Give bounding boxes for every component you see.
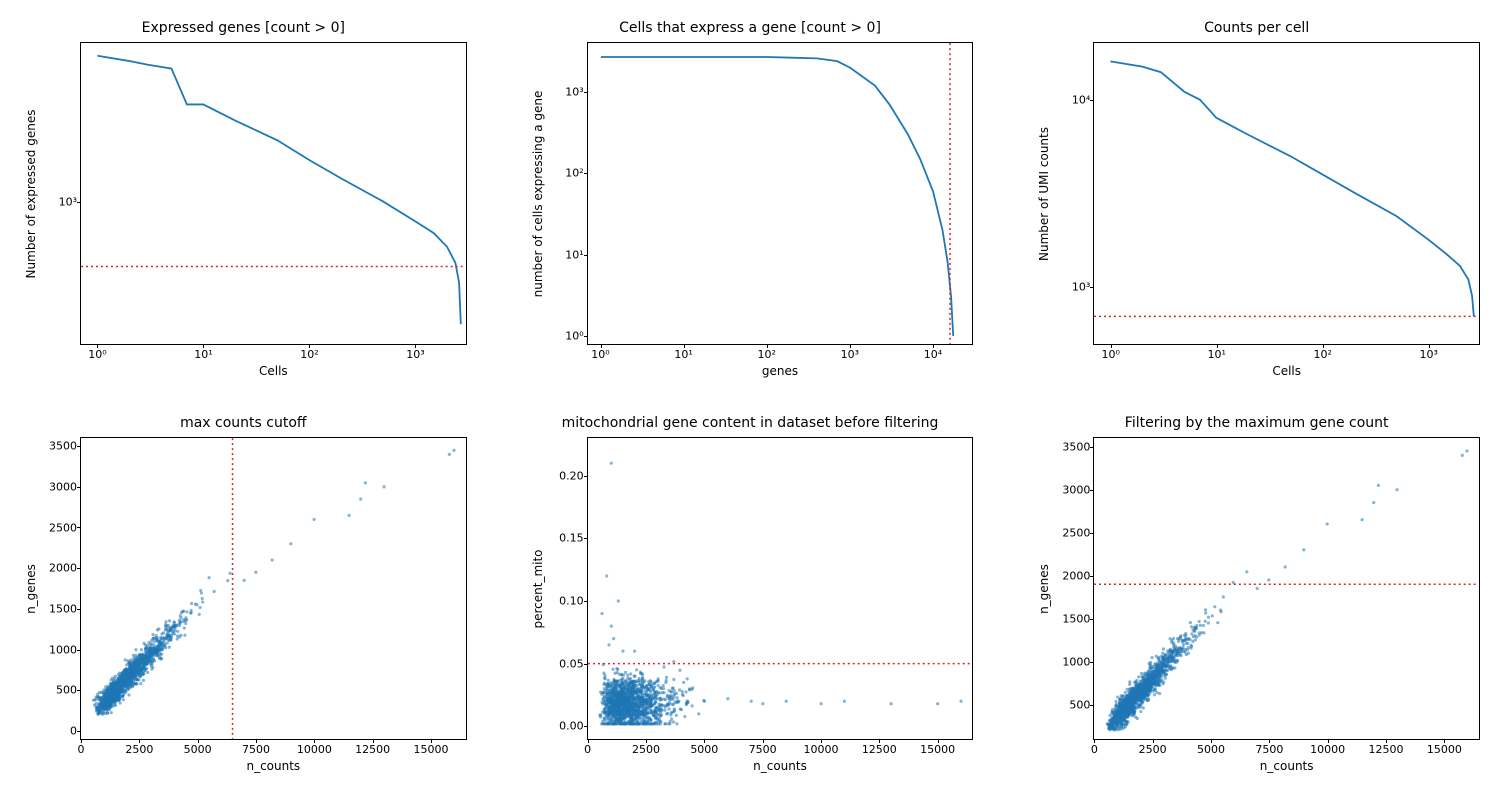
y-tick: 3000 xyxy=(49,480,77,493)
y-tick: 10⁴ xyxy=(1072,93,1090,106)
x-tick: 10¹ xyxy=(674,348,692,361)
y-tick: 2000 xyxy=(1062,569,1090,582)
x-tick: 12500 xyxy=(355,743,390,756)
x-tick: 10² xyxy=(1314,348,1332,361)
panel-2: Counts per cell Number of UMI counts Cel… xyxy=(1033,20,1480,385)
plot-area: percent_mito n_counts 025005000750010000… xyxy=(587,437,974,740)
x-tick: 15000 xyxy=(1427,743,1462,756)
x-tick: 10⁰ xyxy=(88,348,106,361)
panel-5: Filtering by the maximum gene count n_ge… xyxy=(1033,415,1480,780)
x-tick: 10³ xyxy=(841,348,859,361)
panel-0: Expressed genes [count > 0] Number of ex… xyxy=(20,20,467,385)
x-tick: 7500 xyxy=(749,743,777,756)
x-tick: 10³ xyxy=(406,348,424,361)
y-axis-label: n_genes xyxy=(1037,564,1051,614)
y-tick: 3500 xyxy=(1062,440,1090,453)
line-series xyxy=(601,57,953,336)
chart-title: mitochondrial gene content in dataset be… xyxy=(527,415,974,433)
x-tick: 12500 xyxy=(862,743,897,756)
y-tick: 10³ xyxy=(565,86,583,99)
x-tick: 5000 xyxy=(1197,743,1225,756)
x-axis-label: n_counts xyxy=(753,759,807,773)
x-tick: 2500 xyxy=(632,743,660,756)
x-axis-label: Cells xyxy=(259,364,288,378)
y-tick: 3500 xyxy=(49,440,77,453)
chart-title: Counts per cell xyxy=(1033,20,1480,38)
x-tick: 5000 xyxy=(690,743,718,756)
y-tick: 10² xyxy=(565,167,583,180)
line-series xyxy=(97,56,460,324)
y-tick: 0.15 xyxy=(559,532,584,545)
y-tick: 500 xyxy=(1069,698,1090,711)
x-tick: 10² xyxy=(300,348,318,361)
x-tick: 2500 xyxy=(1139,743,1167,756)
x-tick: 10⁴ xyxy=(924,348,942,361)
x-tick: 7500 xyxy=(1255,743,1283,756)
y-tick: 1500 xyxy=(49,602,77,615)
x-axis-label: n_counts xyxy=(1260,759,1314,773)
x-tick: 5000 xyxy=(184,743,212,756)
x-tick: 10² xyxy=(758,348,776,361)
y-tick: 2500 xyxy=(49,521,77,534)
y-tick: 0.05 xyxy=(559,657,584,670)
y-tick: 2000 xyxy=(49,562,77,575)
line-series xyxy=(1111,61,1474,316)
x-tick: 10³ xyxy=(1420,348,1438,361)
x-axis-label: Cells xyxy=(1272,364,1301,378)
x-tick: 0 xyxy=(78,743,85,756)
y-tick: 0 xyxy=(70,724,77,737)
x-tick: 0 xyxy=(1091,743,1098,756)
y-tick: 500 xyxy=(56,684,77,697)
y-tick: 3000 xyxy=(1062,483,1090,496)
y-tick: 0.00 xyxy=(559,720,584,733)
x-tick: 10¹ xyxy=(1208,348,1226,361)
chart-title: Expressed genes [count > 0] xyxy=(20,20,467,38)
y-tick: 0.10 xyxy=(559,595,584,608)
x-tick: 10⁰ xyxy=(591,348,609,361)
y-axis-label: Number of expressed genes xyxy=(24,109,38,278)
plot-area: n_genes n_counts 02500500075001000012500… xyxy=(80,437,467,740)
y-tick: 10¹ xyxy=(565,248,583,261)
y-tick: 10³ xyxy=(1072,281,1090,294)
x-tick: 10000 xyxy=(297,743,332,756)
chart-title: Filtering by the maximum gene count xyxy=(1033,415,1480,433)
x-tick: 10¹ xyxy=(194,348,212,361)
plot-area: n_genes n_counts 02500500075001000012500… xyxy=(1093,437,1480,740)
plot-area: number of cells expressing a gene genes … xyxy=(587,42,974,345)
y-tick: 10⁰ xyxy=(565,330,583,343)
y-axis-label: Number of UMI counts xyxy=(1037,127,1051,261)
x-tick: 10000 xyxy=(803,743,838,756)
y-tick: 0.20 xyxy=(559,469,584,482)
x-axis-label: n_counts xyxy=(246,759,300,773)
panel-4: mitochondrial gene content in dataset be… xyxy=(527,415,974,780)
x-tick: 15000 xyxy=(920,743,955,756)
x-tick: 7500 xyxy=(242,743,270,756)
y-tick: 1500 xyxy=(1062,612,1090,625)
x-tick: 15000 xyxy=(414,743,449,756)
x-tick: 10000 xyxy=(1310,743,1345,756)
chart-title: Cells that express a gene [count > 0] xyxy=(527,20,974,38)
panel-3: max counts cutoff n_genes n_counts 02500… xyxy=(20,415,467,780)
y-axis-label: n_genes xyxy=(24,564,38,614)
x-tick: 0 xyxy=(584,743,591,756)
y-tick: 1000 xyxy=(1062,655,1090,668)
chart-title: max counts cutoff xyxy=(20,415,467,433)
panel-1: Cells that express a gene [count > 0] nu… xyxy=(527,20,974,385)
plot-area: Number of expressed genes Cells 10⁰10¹10… xyxy=(80,42,467,345)
x-tick: 2500 xyxy=(125,743,153,756)
x-axis-label: genes xyxy=(762,364,798,378)
y-tick: 1000 xyxy=(49,643,77,656)
x-tick: 12500 xyxy=(1368,743,1403,756)
y-axis-label: percent_mito xyxy=(531,549,545,628)
y-tick: 2500 xyxy=(1062,526,1090,539)
plot-area: Number of UMI counts Cells 10⁰10¹10²10³1… xyxy=(1093,42,1480,345)
x-tick: 10⁰ xyxy=(1102,348,1120,361)
y-tick: 10³ xyxy=(59,195,77,208)
chart-grid: Expressed genes [count > 0] Number of ex… xyxy=(20,20,1480,780)
y-axis-label: number of cells expressing a gene xyxy=(531,90,545,297)
